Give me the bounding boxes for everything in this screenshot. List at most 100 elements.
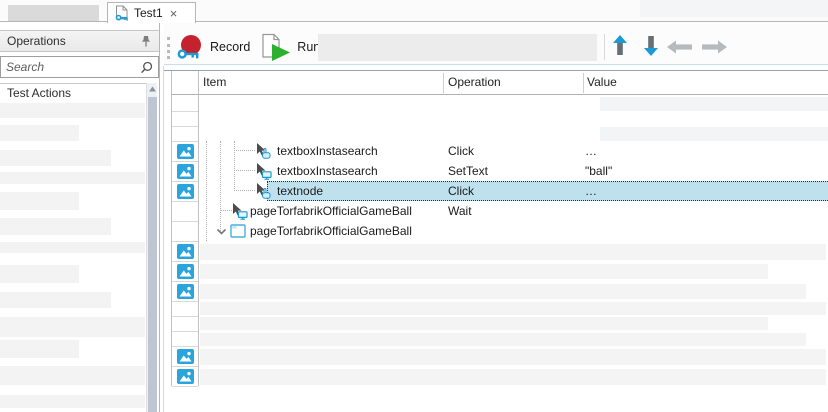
operation-cell: SetText (448, 161, 488, 181)
operation-cell: Click (448, 141, 474, 161)
tab-test1[interactable]: Test1 × (107, 2, 196, 23)
operation-cell: Click (448, 181, 474, 201)
close-icon[interactable]: × (170, 7, 178, 20)
screenshot-thumbnail-icon[interactable] (177, 349, 194, 364)
sidebar-scrollbar[interactable] (146, 83, 157, 412)
gutter-line (172, 331, 198, 332)
value-cell[interactable]: "ball" (585, 161, 612, 181)
tab-label: Test1 (134, 6, 163, 20)
redacted-item (0, 192, 79, 210)
gutter-line (172, 316, 198, 317)
scrollbar-thumb[interactable] (148, 97, 157, 412)
toolbar-bottom-border (164, 64, 828, 65)
mouse-click-icon (255, 143, 272, 160)
app-window: Test1 × Operations Test Actions (0, 0, 828, 412)
redacted-area (640, 0, 828, 17)
redacted-row (600, 97, 828, 111)
pin-icon[interactable] (140, 35, 152, 48)
redacted-row (200, 284, 806, 299)
scroll-up-icon[interactable] (148, 85, 157, 94)
selection-highlight (267, 181, 828, 201)
toolbar-separator (604, 34, 605, 60)
action-row[interactable]: pageTorfabrikOfficialGameBall (170, 221, 828, 241)
section-test-actions: Test Actions (0, 83, 146, 101)
record-icon (176, 34, 204, 61)
screenshot-thumbnail-icon[interactable] (177, 369, 194, 384)
record-label: Record (210, 40, 253, 54)
mouse-click-icon (255, 183, 272, 200)
column-operation[interactable]: Operation (448, 75, 501, 89)
redacted-row (200, 317, 768, 330)
action-row-selected[interactable]: textnode Click … (170, 181, 828, 201)
column-item[interactable]: Item (203, 75, 226, 89)
value-cell[interactable]: … (585, 141, 597, 161)
header-divider[interactable] (443, 73, 444, 93)
redacted-item (0, 242, 145, 253)
redacted-item (0, 172, 145, 184)
redacted-item (0, 395, 145, 408)
run-button[interactable]: Run (259, 33, 323, 62)
toolbar-grip[interactable] (167, 37, 170, 59)
recording-file-icon (114, 5, 129, 22)
move-up-button[interactable] (611, 33, 629, 61)
gutter-line (172, 281, 198, 282)
gutter-line (172, 386, 198, 387)
redacted-item (0, 103, 145, 118)
move-left-button[interactable] (665, 38, 695, 56)
redacted-row (200, 302, 826, 315)
header-divider[interactable] (583, 73, 584, 93)
action-row[interactable]: textboxInstasearch Click … (170, 141, 828, 161)
redacted-item (0, 125, 79, 141)
window-icon (230, 224, 246, 238)
redacted-row (200, 333, 806, 346)
search-box (0, 56, 159, 78)
redacted-item (0, 340, 79, 358)
screenshot-thumbnail-icon[interactable] (177, 284, 194, 299)
settext-monitor-icon (255, 163, 272, 180)
sidebar-divider (159, 22, 160, 412)
search-input[interactable] (6, 60, 140, 74)
search-icon (140, 61, 153, 74)
redacted-item (0, 218, 111, 235)
redacted-item (0, 292, 111, 308)
gutter-line (172, 366, 198, 367)
item-cell: pageTorfabrikOfficialGameBall (250, 201, 412, 221)
move-down-button[interactable] (642, 33, 660, 61)
screenshot-thumbnail-icon[interactable] (177, 264, 194, 279)
section-title: Test Actions (7, 86, 71, 100)
operations-title: Operations (7, 34, 140, 48)
wait-monitor-icon (231, 203, 248, 220)
action-row[interactable]: pageTorfabrikOfficialGameBall Wait (170, 201, 828, 221)
chevron-down-icon[interactable] (216, 228, 227, 236)
operations-panel-header: Operations (0, 30, 159, 52)
redacted-item (0, 265, 79, 283)
run-icon (259, 33, 292, 62)
inactive-tab-placeholder[interactable] (8, 5, 99, 21)
redacted-row (200, 244, 826, 260)
value-cell[interactable]: … (585, 181, 597, 201)
redacted-row (200, 349, 826, 365)
item-cell: textboxInstasearch (277, 161, 378, 181)
redacted-toolbar-area (318, 34, 597, 61)
item-cell: pageTorfabrikOfficialGameBall (250, 221, 412, 241)
move-right-button[interactable] (699, 38, 729, 56)
redacted-row (200, 264, 768, 279)
item-cell: textboxInstasearch (277, 141, 378, 161)
gutter-line (172, 346, 198, 347)
item-cell: textnode (277, 181, 323, 201)
redacted-item (0, 317, 145, 337)
gutter-line (172, 111, 198, 112)
screenshot-thumbnail-icon[interactable] (177, 244, 194, 259)
action-row[interactable]: textboxInstasearch SetText "ball" (170, 161, 828, 181)
column-value[interactable]: Value (587, 75, 617, 89)
gutter-line (172, 261, 198, 262)
record-button[interactable]: Record (176, 34, 253, 61)
redacted-row (600, 127, 828, 141)
gutter-line (172, 241, 198, 242)
gutter-line (172, 301, 198, 302)
table-header: Item Operation Value (171, 71, 828, 95)
operation-cell: Wait (448, 201, 472, 221)
gutter-line (172, 126, 198, 127)
panel-splitter[interactable] (163, 66, 164, 412)
redacted-row (200, 369, 826, 385)
